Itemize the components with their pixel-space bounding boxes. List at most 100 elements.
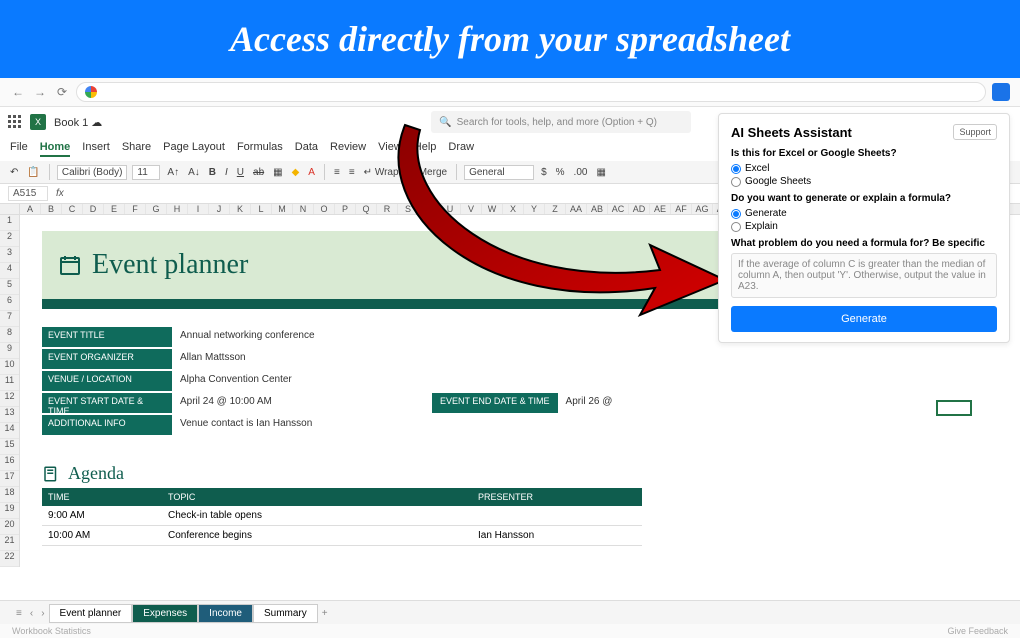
menu-share[interactable]: Share [122,141,151,157]
row-header[interactable]: 22 [0,551,19,567]
col-header[interactable]: U [440,204,461,214]
radio-excel[interactable] [731,164,741,174]
col-header[interactable]: S [398,204,419,214]
col-header[interactable]: N [293,204,314,214]
col-header[interactable]: Y [524,204,545,214]
clipboard-icon[interactable]: 📋 [25,166,41,179]
problem-input[interactable]: If the average of column C is greater th… [731,253,997,298]
document-name[interactable]: Book 1 ☁ [54,116,102,129]
forward-icon[interactable]: → [32,84,48,100]
extension-icon[interactable] [992,83,1010,101]
col-header[interactable]: R [377,204,398,214]
col-header[interactable]: AF [671,204,692,214]
col-header[interactable]: AB [587,204,608,214]
col-header[interactable]: AE [650,204,671,214]
font-selector[interactable]: Calibri (Body) [57,165,128,180]
menu-help[interactable]: Help [414,141,437,157]
col-header[interactable]: Q [356,204,377,214]
menu-view[interactable]: View [378,141,402,157]
radio-explain[interactable] [731,222,741,232]
row-header[interactable]: 3 [0,247,19,263]
generate-button[interactable]: Generate [731,306,997,332]
menu-home[interactable]: Home [40,141,71,157]
borders-icon[interactable]: ▦ [271,166,284,179]
row-header[interactable]: 16 [0,455,19,471]
col-header[interactable]: G [146,204,167,214]
col-header[interactable]: X [503,204,524,214]
align-top-icon[interactable]: ≡ [332,166,342,179]
strikethrough-icon[interactable]: ab [251,166,266,179]
row-header[interactable]: 15 [0,439,19,455]
percent-icon[interactable]: % [554,166,567,179]
row-header[interactable]: 19 [0,503,19,519]
add-sheet-icon[interactable]: + [318,608,332,619]
name-box[interactable]: A515 [8,186,48,201]
align-left-icon[interactable]: ≡ [347,166,357,179]
col-header[interactable]: L [251,204,272,214]
currency-icon[interactable]: $ [539,166,549,179]
fx-icon[interactable]: fx [56,188,64,199]
format-table-icon[interactable]: ▦ [594,166,607,179]
col-header[interactable]: Z [545,204,566,214]
app-launcher-icon[interactable] [8,115,22,129]
decimal-icon[interactable]: .00 [572,166,590,179]
row-header[interactable]: 6 [0,295,19,311]
row-header[interactable]: 17 [0,471,19,487]
merge-button[interactable]: ⊞ Merge [406,166,450,179]
undo-icon[interactable]: ↶ [8,166,20,179]
col-header[interactable]: J [209,204,230,214]
font-size-selector[interactable]: 11 [132,165,160,180]
font-increase-icon[interactable]: A↑ [165,166,181,179]
col-header[interactable]: AD [629,204,650,214]
font-color-icon[interactable]: A [306,166,317,179]
col-header[interactable]: T [419,204,440,214]
menu-formulas[interactable]: Formulas [237,141,283,157]
col-header[interactable]: O [314,204,335,214]
menu-page-layout[interactable]: Page Layout [163,141,225,157]
row-header[interactable]: 1 [0,215,19,231]
col-header[interactable]: AA [566,204,587,214]
col-header[interactable]: M [272,204,293,214]
tab-expenses[interactable]: Expenses [132,604,198,623]
row-header[interactable]: 9 [0,343,19,359]
row-header[interactable]: 13 [0,407,19,423]
row-header[interactable]: 14 [0,423,19,439]
radio-gsheets[interactable] [731,177,741,187]
support-button[interactable]: Support [953,124,997,140]
tab-nav-next-icon[interactable]: › [37,608,48,619]
menu-file[interactable]: File [10,141,28,157]
col-header[interactable]: B [41,204,62,214]
tab-nav-prev-icon[interactable]: ‹ [26,608,37,619]
reload-icon[interactable]: ⟳ [54,84,70,100]
row-header[interactable]: 18 [0,487,19,503]
search-input[interactable]: 🔍 Search for tools, help, and more (Opti… [431,111,691,133]
col-header[interactable]: C [62,204,83,214]
underline-icon[interactable]: U [235,166,246,179]
col-header[interactable]: P [335,204,356,214]
row-header[interactable]: 5 [0,279,19,295]
row-header[interactable]: 21 [0,535,19,551]
address-bar[interactable] [76,82,986,102]
row-header[interactable]: 12 [0,391,19,407]
row-header[interactable]: 2 [0,231,19,247]
back-icon[interactable]: ← [10,84,26,100]
row-header[interactable]: 20 [0,519,19,535]
menu-draw[interactable]: Draw [448,141,474,157]
font-decrease-icon[interactable]: A↓ [186,166,202,179]
col-header[interactable]: F [125,204,146,214]
col-header[interactable]: K [230,204,251,214]
col-header[interactable]: W [482,204,503,214]
italic-icon[interactable]: I [223,166,230,179]
radio-generate[interactable] [731,209,741,219]
row-header[interactable]: 7 [0,311,19,327]
select-all-corner[interactable] [0,204,20,214]
col-header[interactable]: A [20,204,41,214]
col-header[interactable]: AG [692,204,713,214]
bold-icon[interactable]: B [207,166,218,179]
col-header[interactable]: H [167,204,188,214]
col-header[interactable]: V [461,204,482,214]
row-header[interactable]: 10 [0,359,19,375]
row-header[interactable]: 8 [0,327,19,343]
status-left[interactable]: Workbook Statistics [12,626,91,636]
tab-summary[interactable]: Summary [253,604,318,623]
